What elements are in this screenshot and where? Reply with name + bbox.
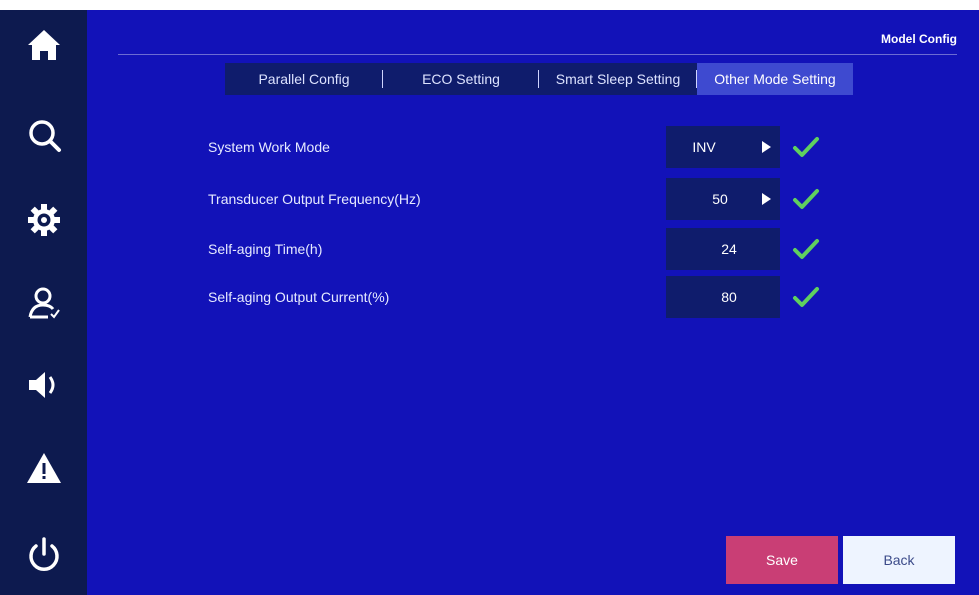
setting-value: 80 bbox=[721, 289, 737, 305]
setting-value: INV bbox=[692, 139, 716, 155]
sidebar-item-power[interactable] bbox=[0, 525, 87, 585]
main-window: Model Config Parallel Config ECO Setting… bbox=[0, 10, 979, 595]
self-aging-time-input[interactable]: 24 bbox=[666, 228, 780, 270]
tab-parallel-config[interactable]: Parallel Config bbox=[225, 63, 383, 95]
self-aging-current-input[interactable]: 80 bbox=[666, 276, 780, 318]
save-button[interactable]: Save bbox=[726, 536, 838, 584]
sidebar-item-home[interactable] bbox=[0, 15, 87, 75]
play-arrow-icon bbox=[762, 193, 771, 205]
home-icon bbox=[27, 30, 60, 60]
setting-row-output-frequency: Transducer Output Frequency(Hz) 50 bbox=[0, 178, 979, 220]
check-icon bbox=[793, 287, 819, 307]
sidebar-item-alarm[interactable] bbox=[0, 438, 87, 498]
setting-value: 24 bbox=[721, 241, 737, 257]
speaker-icon bbox=[28, 372, 54, 398]
output-frequency-select[interactable]: 50 bbox=[666, 178, 780, 220]
setting-label: Self-aging Time(h) bbox=[208, 241, 323, 257]
check-icon bbox=[793, 189, 819, 209]
sidebar-item-sound[interactable] bbox=[0, 355, 87, 415]
setting-label: System Work Mode bbox=[208, 139, 330, 155]
page-title: Model Config bbox=[881, 32, 957, 46]
setting-row-self-aging-current: Self-aging Output Current(%) 80 bbox=[0, 276, 979, 318]
system-work-mode-select[interactable]: INV bbox=[666, 126, 780, 168]
play-arrow-icon bbox=[762, 141, 771, 153]
setting-label: Self-aging Output Current(%) bbox=[208, 289, 390, 305]
power-icon bbox=[28, 537, 59, 571]
setting-label: Transducer Output Frequency(Hz) bbox=[208, 191, 421, 207]
tab-eco-setting[interactable]: ECO Setting bbox=[383, 63, 539, 95]
check-icon bbox=[793, 137, 819, 157]
setting-row-self-aging-time: Self-aging Time(h) 24 bbox=[0, 228, 979, 270]
tab-smart-sleep-setting[interactable]: Smart Sleep Setting bbox=[539, 63, 697, 95]
warning-icon bbox=[26, 453, 61, 483]
back-button[interactable]: Back bbox=[843, 536, 955, 584]
tab-bar: Parallel Config ECO Setting Smart Sleep … bbox=[225, 63, 853, 95]
tab-other-mode-setting[interactable]: Other Mode Setting bbox=[697, 63, 853, 95]
check-icon bbox=[793, 239, 819, 259]
setting-value: 50 bbox=[712, 191, 728, 207]
setting-row-system-work-mode: System Work Mode INV bbox=[0, 126, 979, 168]
title-divider bbox=[118, 54, 957, 55]
